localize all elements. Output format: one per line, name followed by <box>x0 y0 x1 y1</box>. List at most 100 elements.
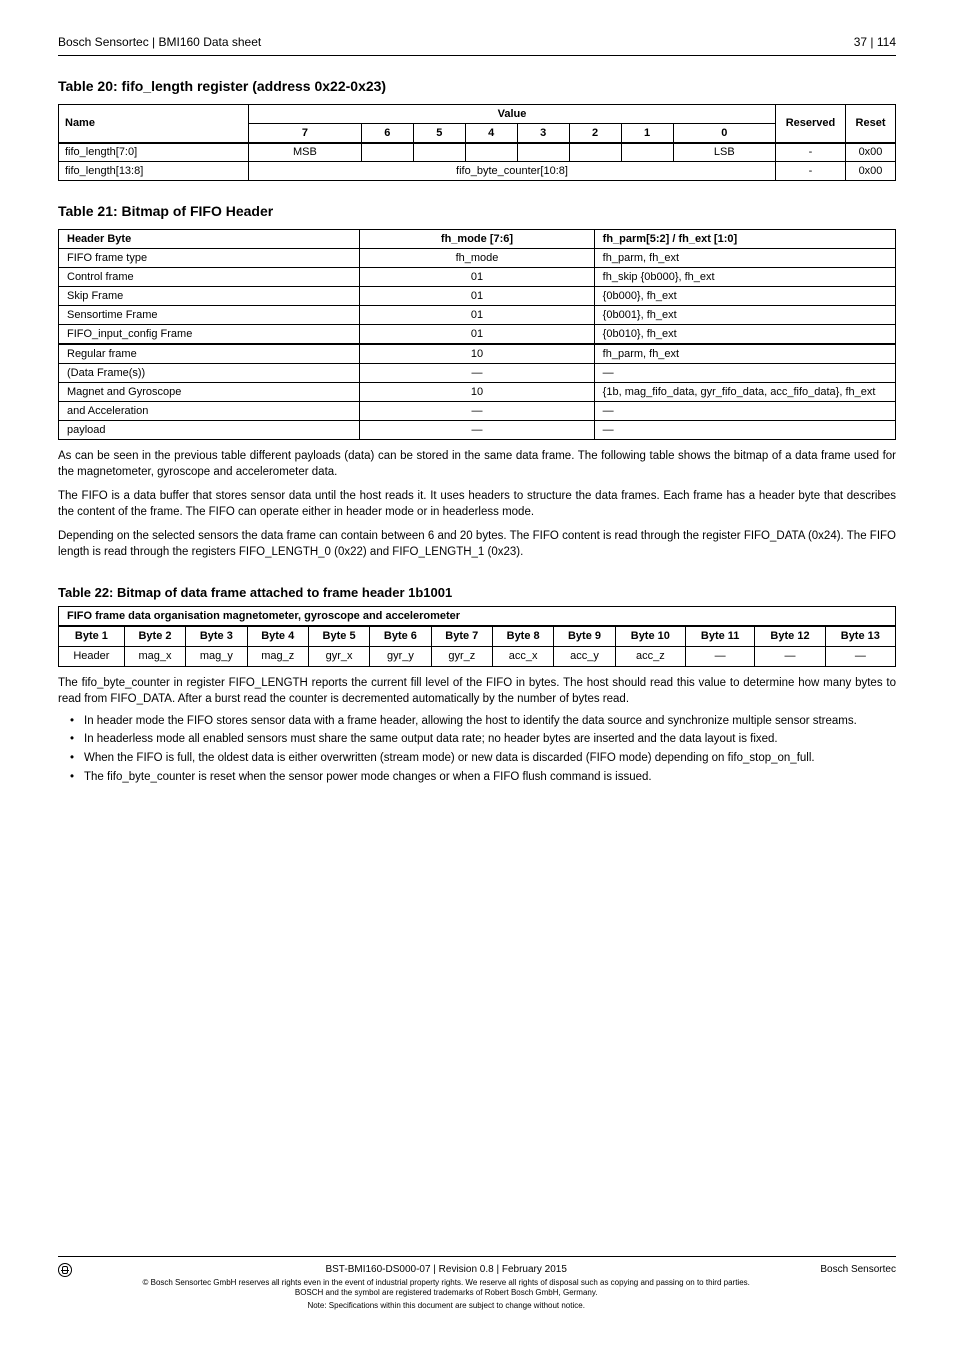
t22-h2: Byte 3 <box>186 626 247 646</box>
body-list: •In header mode the FIFO stores sensor d… <box>70 713 896 786</box>
t20-bit-3: 3 <box>517 124 569 143</box>
t20-r1-name: fifo_length[13:8] <box>59 162 249 181</box>
t20-r0-c2 <box>413 143 465 162</box>
t20-r0-c1 <box>361 143 413 162</box>
t20-h-reset: Reset <box>846 105 896 143</box>
t20-bit-6: 6 <box>361 124 413 143</box>
footer-company: Bosch Sensortec <box>820 1263 896 1276</box>
t21-r0-0: FIFO frame type <box>59 249 360 268</box>
bullet-icon: • <box>70 713 84 730</box>
t22-d0: Header <box>59 646 125 666</box>
t22-d3: mag_z <box>247 646 308 666</box>
t21-r4-0: FIFO_input_config Frame <box>59 325 360 345</box>
t20-bit-2: 2 <box>569 124 621 143</box>
t20-bit-0: 0 <box>673 124 775 143</box>
t22-h6: Byte 7 <box>431 626 492 646</box>
t21-tr0-2: fh_parm, fh_ext <box>594 344 895 364</box>
t22-h8: Byte 9 <box>554 626 615 646</box>
t22-h5: Byte 6 <box>370 626 431 646</box>
t21-tr3-1: — <box>360 402 594 421</box>
t22-h1: Byte 2 <box>124 626 185 646</box>
t21-tr2-2: {1b, mag_fifo_data, gyr_fifo_data, acc_f… <box>594 383 895 402</box>
table-22-title: Table 22: Bitmap of data frame attached … <box>58 585 896 600</box>
list-item: •In headerless mode all enabled sensors … <box>70 731 896 748</box>
footer-doc-id: BST-BMI160-DS000-07 | Revision 0.8 | Feb… <box>136 1263 756 1276</box>
bullet-icon: • <box>70 769 84 786</box>
t21-tr4-2: — <box>594 421 895 440</box>
t20-r0-reset: 0x00 <box>846 143 896 162</box>
t21-r3-0: Sensortime Frame <box>59 306 360 325</box>
t22-d12: — <box>825 646 895 666</box>
t21-tr1-1: — <box>360 364 594 383</box>
t21-r2-2: {0b000}, fh_ext <box>594 287 895 306</box>
t20-r1-merged: fifo_byte_counter[10:8] <box>249 162 776 181</box>
list-item: •The fifo_byte_counter is reset when the… <box>70 769 896 786</box>
t20-h-value: Value <box>249 105 776 124</box>
t22-h10: Byte 11 <box>685 626 754 646</box>
t21-tr0-1: 10 <box>360 344 594 364</box>
t21-tr3-0: and Acceleration <box>59 402 360 421</box>
list-item-text: The fifo_byte_counter is reset when the … <box>84 769 896 786</box>
list-item-text: In headerless mode all enabled sensors m… <box>84 731 896 748</box>
t21-r1-1: 01 <box>360 268 594 287</box>
t21-tr1-2: — <box>594 364 895 383</box>
page-footer: BST-BMI160-DS000-07 | Revision 0.8 | Feb… <box>58 1256 896 1311</box>
table-20: Name Value Reserved Reset 7 6 5 4 3 2 1 … <box>58 104 896 181</box>
table-20-title: Table 20: fifo_length register (address … <box>58 78 896 94</box>
t21-tr3-2: — <box>594 402 895 421</box>
bosch-logo-icon <box>58 1263 72 1277</box>
t21-r4-2: {0b010}, fh_ext <box>594 325 895 345</box>
table-21-note: As can be seen in the previous table dif… <box>58 448 896 480</box>
t22-d6: gyr_z <box>431 646 492 666</box>
t20-bit-5: 5 <box>413 124 465 143</box>
table-21-title: Table 21: Bitmap of FIFO Header <box>58 203 896 219</box>
t20-r0-c0: MSB <box>249 143 362 162</box>
table-22: FIFO frame data organisation magnetomete… <box>58 606 896 667</box>
t21-tr2-0: Magnet and Gyroscope <box>59 383 360 402</box>
t20-bit-4: 4 <box>465 124 517 143</box>
t21-r1-0: Control frame <box>59 268 360 287</box>
t21-h2: fh_parm[5:2] / fh_ext [1:0] <box>594 230 895 249</box>
t22-h0: Byte 1 <box>59 626 125 646</box>
t21-r4-1: 01 <box>360 325 594 345</box>
t21-r3-1: 01 <box>360 306 594 325</box>
t22-d2: mag_y <box>186 646 247 666</box>
t21-r0-1: fh_mode <box>360 249 594 268</box>
t21-r1-2: fh_skip {0b000}, fh_ext <box>594 268 895 287</box>
t22-d8: acc_y <box>554 646 615 666</box>
list-item-text: In header mode the FIFO stores sensor da… <box>84 713 896 730</box>
t20-r1-reset: 0x00 <box>846 162 896 181</box>
list-item-text: When the FIFO is full, the oldest data i… <box>84 750 896 767</box>
t20-bit-7: 7 <box>249 124 362 143</box>
t22-d1: mag_x <box>124 646 185 666</box>
t22-h9: Byte 10 <box>615 626 685 646</box>
t20-r0-c5 <box>569 143 621 162</box>
t22-h7: Byte 8 <box>492 626 553 646</box>
t21-h0: Header Byte <box>59 230 360 249</box>
t21-tr2-1: 10 <box>360 383 594 402</box>
t21-tr1-0: (Data Frame(s)) <box>59 364 360 383</box>
body-p1: The FIFO is a data buffer that stores se… <box>58 488 896 520</box>
t20-r0-c6 <box>621 143 673 162</box>
page-header: Bosch Sensortec | BMI160 Data sheet 37 |… <box>58 35 896 56</box>
t20-r0-c7: LSB <box>673 143 775 162</box>
t21-h1: fh_mode [7:6] <box>360 230 594 249</box>
t22-d10: — <box>685 646 754 666</box>
footer-copyright: © Bosch Sensortec GmbH reserves all righ… <box>136 1278 756 1299</box>
header-left: Bosch Sensortec | BMI160 Data sheet <box>58 35 261 49</box>
t22-h11: Byte 12 <box>755 626 825 646</box>
table-21: Header Byte fh_mode [7:6] fh_parm[5:2] /… <box>58 229 896 440</box>
t20-h-name: Name <box>59 105 249 143</box>
t22-d7: acc_x <box>492 646 553 666</box>
bullet-icon: • <box>70 731 84 748</box>
body-p2: Depending on the selected sensors the da… <box>58 528 896 560</box>
t22-d11: — <box>755 646 825 666</box>
t22-h12: Byte 13 <box>825 626 895 646</box>
t21-r2-0: Skip Frame <box>59 287 360 306</box>
t22-h4: Byte 5 <box>308 626 369 646</box>
t22-d5: gyr_y <box>370 646 431 666</box>
t20-r0-c3 <box>465 143 517 162</box>
list-item: •When the FIFO is full, the oldest data … <box>70 750 896 767</box>
header-page-number: 37 | 114 <box>854 35 896 49</box>
t20-h-reserved: Reserved <box>776 105 846 143</box>
